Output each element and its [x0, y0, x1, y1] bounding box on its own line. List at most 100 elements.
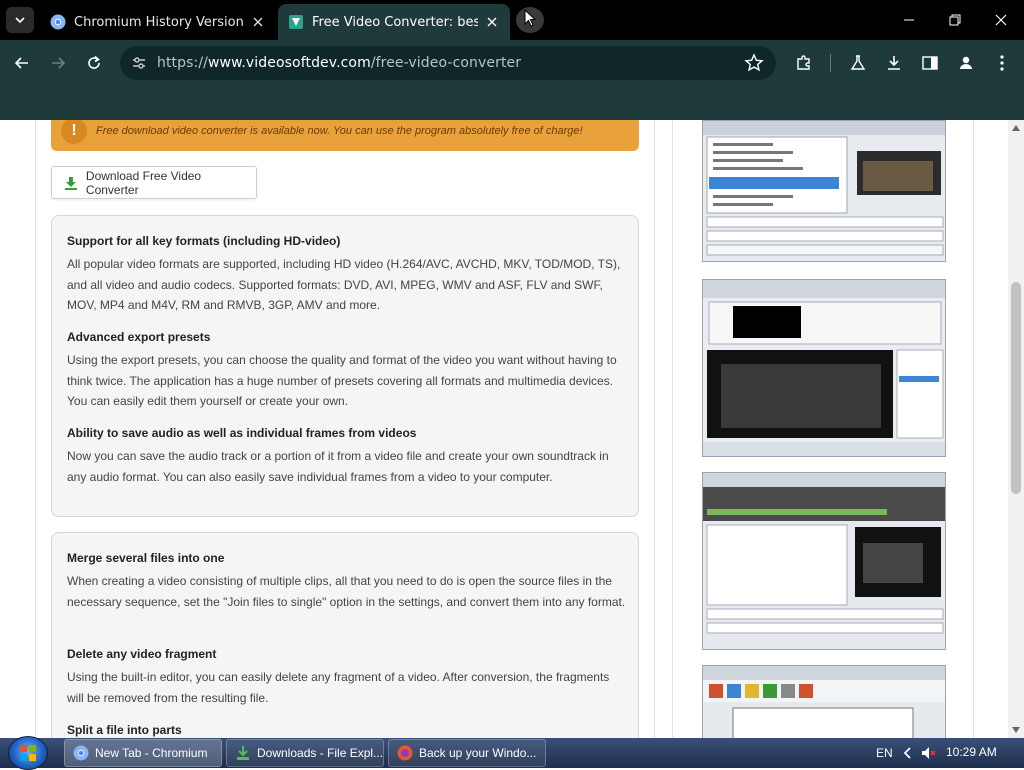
download-icon [888, 56, 900, 70]
close-window-button[interactable] [978, 0, 1024, 40]
chevron-down-icon [15, 17, 25, 24]
labs-button[interactable] [844, 49, 872, 77]
page-scrollbar[interactable] [1008, 120, 1024, 738]
windows-taskbar: New Tab - Chromium Downloads - File Expl… [0, 736, 1024, 770]
exclamation-icon: ! [61, 120, 87, 144]
feature-title: Advanced export presets [67, 330, 211, 344]
feature-title: Support for all key formats (including H… [67, 234, 341, 248]
forward-button[interactable] [44, 49, 72, 77]
url-host: www.videosoftdev.com [207, 55, 371, 71]
feature-item: Support for all key formats (including H… [67, 234, 627, 316]
downloads-button[interactable] [880, 49, 908, 77]
mouse-cursor-icon [524, 9, 537, 27]
converter-window-image [703, 121, 945, 261]
feature-text: Now you can save the audio track or a po… [67, 449, 609, 484]
downloads-folder-icon [237, 746, 249, 760]
download-free-video-converter-button[interactable]: Download Free Video Converter [51, 166, 257, 199]
taskbar-clock[interactable]: 10:29 AM [946, 745, 997, 759]
feature-text: All popular video formats are supported,… [67, 257, 621, 312]
minimize-button[interactable] [886, 0, 932, 40]
feature-text: When creating a video consisting of mult… [67, 574, 626, 609]
dvd-tool-image [703, 666, 945, 738]
toolbar-separator [830, 54, 831, 72]
feature-item: Ability to save audio as well as individ… [67, 426, 627, 487]
side-panel-icon [922, 56, 938, 70]
screenshot-thumbnail[interactable] [702, 472, 946, 650]
taskbar-item-label: Downloads - File Expl... [257, 746, 384, 760]
arrow-right-icon [52, 57, 66, 69]
start-button[interactable] [8, 736, 48, 770]
tab-free-video-converter[interactable]: Free Video Converter: best soft [278, 4, 510, 40]
feature-title: Split a file into parts [67, 723, 182, 737]
editor-window-image [703, 280, 945, 456]
screenshots-column [672, 120, 974, 738]
chromium-icon [73, 745, 89, 761]
menu-button[interactable] [988, 49, 1016, 77]
page-viewport: ! Free download video converter is avail… [0, 120, 1008, 738]
tune-icon [133, 57, 145, 69]
scroll-thumb[interactable] [1011, 282, 1021, 494]
free-notice-banner: ! Free download video converter is avail… [51, 120, 639, 151]
tab-title: Chromium History Versions Do [74, 14, 244, 30]
feature-item: Advanced export presets Using the export… [67, 330, 627, 412]
url-scheme: https:// [157, 55, 208, 71]
download-arrow-icon [64, 176, 77, 190]
feature-item: Split a file into parts [67, 723, 627, 738]
extensions-button[interactable] [790, 49, 818, 77]
flask-icon [850, 55, 866, 70]
bookmark-star-icon[interactable] [744, 53, 764, 73]
taskbar-item-label: New Tab - Chromium [95, 746, 208, 760]
reload-icon [88, 55, 100, 69]
taskbar-item-downloads[interactable]: Downloads - File Expl... [226, 739, 384, 767]
side-panel-button[interactable] [916, 49, 944, 77]
url-text: https://www.videosoftdev.com/free-video-… [157, 55, 521, 71]
bookmark-bar [0, 86, 1024, 120]
scroll-down-button[interactable] [1008, 722, 1024, 738]
scroll-up-button[interactable] [1008, 120, 1024, 136]
more-vertical-icon [1000, 55, 1004, 71]
new-tab-button[interactable] [516, 7, 544, 33]
reload-button[interactable] [80, 49, 108, 77]
main-content: ! Free download video converter is avail… [35, 120, 655, 738]
close-icon[interactable] [484, 14, 500, 30]
screenshot-thumbnail[interactable] [702, 665, 946, 738]
language-indicator[interactable]: EN [876, 746, 893, 760]
address-bar[interactable]: https://www.videosoftdev.com/free-video-… [120, 46, 776, 80]
feature-item: Merge several files into one When creati… [67, 551, 627, 612]
browser-toolbar: https://www.videosoftdev.com/free-video-… [0, 40, 1024, 86]
triangle-up-icon [1012, 125, 1020, 131]
back-button[interactable] [8, 49, 36, 77]
restore-icon [949, 14, 961, 26]
converter-progress-image [703, 473, 945, 649]
taskbar-item-backup[interactable]: Back up your Windo... [388, 739, 546, 767]
show-hidden-icons-icon[interactable] [900, 745, 916, 761]
puzzle-icon [797, 55, 810, 70]
close-icon[interactable] [250, 14, 266, 30]
url-path: /free-video-converter [370, 55, 522, 71]
windows-logo-icon [20, 745, 36, 761]
feature-title: Delete any video fragment [67, 647, 217, 661]
profile-icon [960, 56, 972, 69]
notice-text: Free download video converter is availab… [96, 125, 583, 137]
triangle-down-icon [1012, 727, 1020, 733]
taskbar-item-chromium[interactable]: New Tab - Chromium [64, 739, 222, 767]
feature-title: Ability to save audio as well as individ… [67, 426, 417, 440]
arrow-left-icon [14, 57, 28, 69]
browser-icon [397, 745, 413, 761]
tab-chromium-history[interactable]: Chromium History Versions Do [40, 4, 276, 40]
chromium-icon [50, 14, 66, 30]
features-box-1: Support for all key formats (including H… [51, 215, 639, 517]
close-icon [995, 14, 1007, 26]
tab-search-button[interactable] [6, 7, 34, 33]
volume-muted-icon[interactable] [920, 745, 936, 761]
feature-text: Using the export presets, you can choose… [67, 353, 617, 408]
minimize-icon [904, 19, 914, 21]
screenshot-thumbnail[interactable] [702, 279, 946, 457]
site-info-button[interactable] [128, 52, 150, 74]
taskbar-item-label: Back up your Windo... [419, 746, 537, 760]
videosoftdev-icon [289, 15, 303, 29]
tab-strip: Chromium History Versions Do Free Video … [0, 0, 1024, 40]
profile-button[interactable] [952, 49, 980, 77]
screenshot-thumbnail[interactable] [702, 120, 946, 262]
restore-button[interactable] [932, 0, 978, 40]
